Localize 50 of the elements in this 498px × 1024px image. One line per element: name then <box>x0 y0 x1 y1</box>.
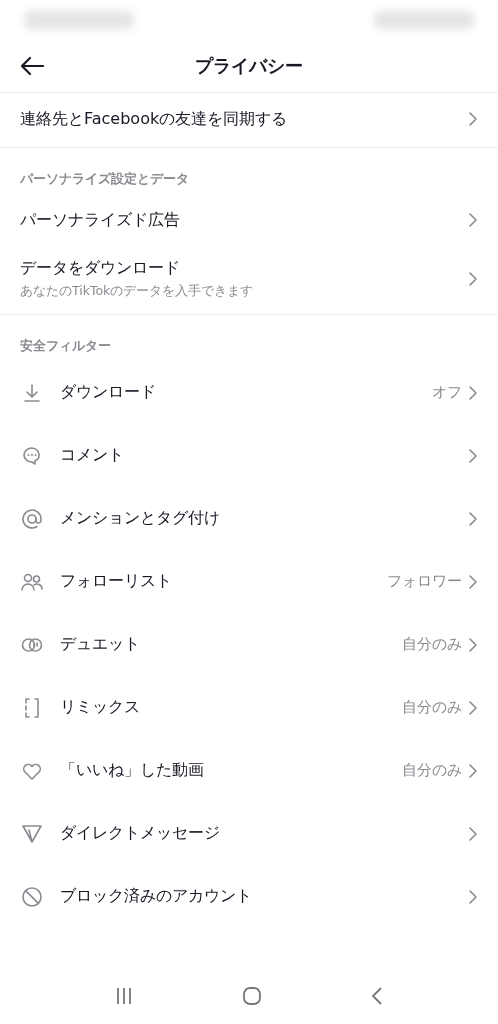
chevron-icon <box>468 510 478 527</box>
setting-label: ブロック済みのアカウント <box>60 886 253 907</box>
chevron-icon <box>468 271 478 287</box>
setting-label: 連絡先とFacebookの友達を同期する <box>20 108 289 130</box>
chevron-icon <box>468 825 478 842</box>
settings-row[interactable]: リミックス 自分のみ <box>0 676 498 739</box>
setting-label: ダウンロード <box>60 382 157 403</box>
chevron-icon <box>468 636 478 653</box>
settings-row[interactable]: コメント <box>0 424 498 487</box>
home-icon[interactable] <box>242 986 262 1006</box>
setting-value: 自分のみ <box>402 635 462 654</box>
chevron-icon <box>468 573 478 590</box>
chevron-icon <box>468 384 478 401</box>
settings-row[interactable]: 連絡先とFacebookの友達を同期する <box>0 93 498 145</box>
settings-row[interactable]: ダイレクトメッセージ <box>0 802 498 865</box>
chevron-icon <box>468 111 478 127</box>
settings-row[interactable]: パーソナライズド広告 <box>0 194 498 246</box>
setting-value: フォロワー <box>387 572 462 591</box>
setting-description: あなたのTikTokのデータを入手できます <box>20 283 255 300</box>
settings-row[interactable]: フォローリスト フォロワー <box>0 550 498 613</box>
setting-value: オフ <box>432 383 462 402</box>
setting-label: フォローリスト <box>60 571 173 592</box>
settings-row[interactable]: 「いいね」した動画 自分のみ <box>0 739 498 802</box>
at-sign-icon <box>20 506 44 531</box>
chevron-icon <box>468 762 478 779</box>
settings-row[interactable]: デュエット 自分のみ <box>0 613 498 676</box>
setting-label: コメント <box>60 445 125 466</box>
setting-label: データをダウンロード <box>20 258 181 279</box>
back-icon[interactable] <box>370 986 384 1006</box>
section-heading: パーソナライズ設定とデータ <box>18 170 190 188</box>
recent-apps-icon[interactable] <box>114 986 134 1006</box>
settings-row[interactable]: ブロック済みのアカウント <box>0 865 498 928</box>
setting-label: パーソナライズド広告 <box>20 209 181 231</box>
settings-row[interactable]: データをダウンロード あなたのTikTokのデータを入手できます <box>0 246 498 312</box>
chevron-icon <box>468 212 478 228</box>
chevron-icon <box>468 447 478 464</box>
setting-label: メンションとタグ付け <box>60 508 221 529</box>
setting-label: 「いいね」した動画 <box>60 760 205 781</box>
setting-value: 自分のみ <box>402 761 462 780</box>
setting-label: ダイレクトメッセージ <box>60 823 221 844</box>
setting-label: リミックス <box>60 697 141 718</box>
chevron-icon <box>468 699 478 716</box>
settings-row[interactable]: ダウンロード オフ <box>0 361 498 424</box>
section-heading: 安全フィルター <box>19 337 112 355</box>
setting-value: 自分のみ <box>402 698 462 717</box>
chevron-icon <box>468 888 478 905</box>
page-title: プライバシー <box>195 54 303 78</box>
setting-label: デュエット <box>60 634 141 655</box>
block-icon <box>20 884 44 909</box>
settings-row[interactable]: メンションとタグ付け <box>0 487 498 550</box>
